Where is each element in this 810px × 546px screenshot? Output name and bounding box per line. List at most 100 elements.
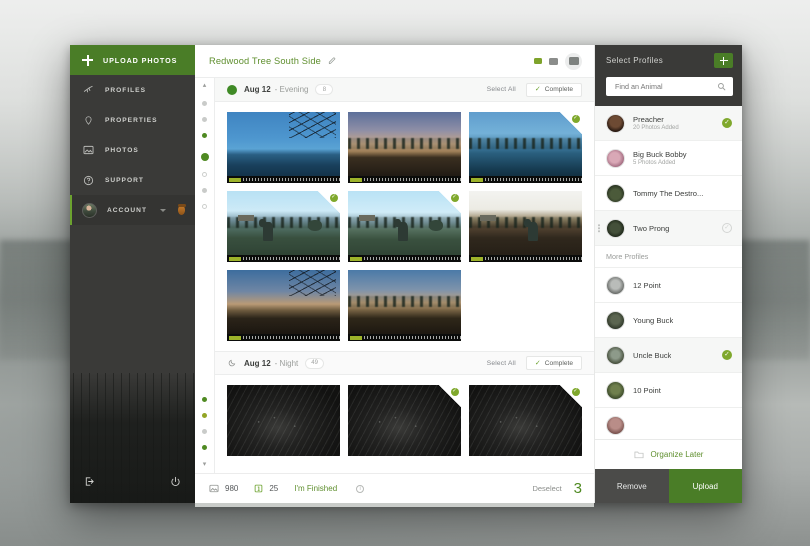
pencil-icon[interactable] [328,57,336,65]
rail-dot[interactable] [202,413,207,418]
im-finished-button[interactable]: I'm Finished [294,484,337,493]
exit-icon[interactable] [84,476,95,487]
search-icon[interactable] [717,82,726,91]
organize-later-button[interactable]: Organize Later [595,439,742,469]
photo-cell[interactable] [227,112,340,184]
group-date: Aug 12 [244,85,271,94]
photo-grid-scroll[interactable]: Aug 12 - Evening 8 Select All ✓ Complete [215,78,594,473]
photo-selected-flag[interactable]: ✓ [560,112,582,134]
grid-view-icon[interactable] [565,52,582,70]
photo-selected-flag[interactable]: ✓ [439,385,461,408]
select-all-button[interactable]: Select All [487,86,516,93]
profile-check-icon[interactable]: ✓ [722,223,732,233]
power-icon[interactable] [170,476,181,487]
group-count-badge: 49 [305,357,324,369]
profile-check-icon[interactable]: ✓ [722,118,732,128]
medium-view-icon[interactable] [549,57,558,65]
photo-thumbnail[interactable] [469,191,582,263]
scroll-up-icon[interactable]: ▴ [203,82,207,90]
sidebar-item-photos[interactable]: PHOTOS [70,135,195,165]
profile-row[interactable]: 12 Point [595,268,742,303]
rail-dot[interactable] [202,204,207,209]
rail-dot[interactable] [202,117,207,122]
photo-thumbnail[interactable] [227,385,340,457]
photo-selected-flag[interactable]: ✓ [318,191,340,214]
upload-button[interactable]: Upload [668,469,742,503]
profile-name: Big Buck Bobby [633,150,687,159]
drag-handle-icon[interactable] [598,224,600,232]
photo-selected-flag[interactable]: ✓ [560,385,582,408]
photo-cell[interactable] [348,112,461,184]
photo-grid-evening: ✓ ✓ ✓ [215,102,594,351]
photo-cell[interactable] [227,270,340,342]
folder-icon [634,450,644,459]
rail-dot[interactable] [202,101,207,106]
profile-name: Two Prong [633,223,670,233]
photo-cell[interactable] [227,385,340,457]
organize-later-label: Organize Later [650,450,704,459]
profile-row[interactable]: Young Buck [595,303,742,338]
profile-row[interactable]: Big Buck Bobby 5 Photos Added [595,141,742,176]
profiles-list[interactable]: Preacher 20 Photos Added ✓ Big Buck Bobb… [595,106,742,439]
profile-check-icon[interactable]: ✓ [722,350,732,360]
branch-overlay [288,112,336,138]
photo-cell[interactable]: ✓ [227,191,340,263]
deselect-button[interactable]: Deselect [532,484,561,493]
photo-cell[interactable] [469,191,582,263]
sidebar-item-account[interactable]: ACCOUNT [70,195,195,225]
photo-selected-flag[interactable]: ✓ [439,191,461,214]
profile-row[interactable]: 10 Point [595,373,742,408]
select-all-button[interactable]: Select All [487,360,516,367]
group-header-evening: Aug 12 - Evening 8 Select All ✓ Complete [215,78,594,102]
rail-dot[interactable] [202,133,207,138]
rail-dot-active[interactable] [200,153,209,161]
complete-button[interactable]: ✓ Complete [525,356,582,371]
photo-thumbnail[interactable] [348,270,461,342]
photo-thumbnail[interactable]: ✓ [469,385,582,457]
photo-cell[interactable]: ✓ [469,385,582,457]
house-overlay [359,214,376,221]
photo-cell[interactable] [348,270,461,342]
photo-cell[interactable]: ✓ [348,191,461,263]
upload-photos-button[interactable]: UPLOAD PHOTOS [70,45,195,75]
scroll-down-icon[interactable]: ▾ [203,461,207,469]
deer-subject [259,218,274,241]
photo-thumbnail[interactable]: ✓ [348,385,461,457]
acorn-badge-icon[interactable] [177,204,186,215]
rail-dot[interactable] [202,429,207,434]
photo-thumbnail[interactable]: ✓ [348,191,461,263]
rail-dot[interactable] [202,188,207,193]
sidebar-item-support[interactable]: SUPPORT [70,165,195,195]
sidebar-item-profiles[interactable]: PROFILES [70,75,195,105]
photo-info-strip [227,255,340,263]
rail-dot[interactable] [202,172,207,177]
house-overlay [238,214,255,221]
photo-cell[interactable]: ✓ [348,385,461,457]
photo-thumbnail[interactable]: ✓ [469,112,582,184]
rail-dot[interactable] [202,445,207,450]
photo-thumbnail[interactable] [227,112,340,184]
profile-row[interactable]: Tommy The Destro... [595,176,742,211]
profile-search[interactable] [606,77,733,96]
list-view-icon[interactable] [534,58,542,64]
search-input[interactable] [615,82,717,91]
photo-thumbnail[interactable] [227,270,340,342]
profile-row[interactable]: Uncle Buck ✓ [595,338,742,373]
complete-button[interactable]: ✓ Complete [525,82,582,97]
photo-info-strip [227,176,340,184]
sidebar-item-properties[interactable]: PROPERTIES [70,105,195,135]
photo-thumbnail[interactable] [348,112,461,184]
image-icon [82,145,95,155]
profile-row[interactable]: Two Prong ✓ [595,211,742,246]
timeline-rail[interactable]: ▴ ▾ [195,78,215,473]
profile-row[interactable]: Preacher 20 Photos Added ✓ [595,106,742,141]
add-profile-button[interactable] [714,53,733,68]
photo-cell[interactable]: ✓ [469,112,582,184]
profile-row-partial[interactable] [595,408,742,439]
remove-button[interactable]: Remove [595,469,669,503]
upload-photos-label: UPLOAD PHOTOS [103,55,178,65]
rail-dot[interactable] [202,397,207,402]
info-icon[interactable]: i [356,484,365,493]
photo-info-strip [227,334,340,342]
photo-thumbnail[interactable]: ✓ [227,191,340,263]
